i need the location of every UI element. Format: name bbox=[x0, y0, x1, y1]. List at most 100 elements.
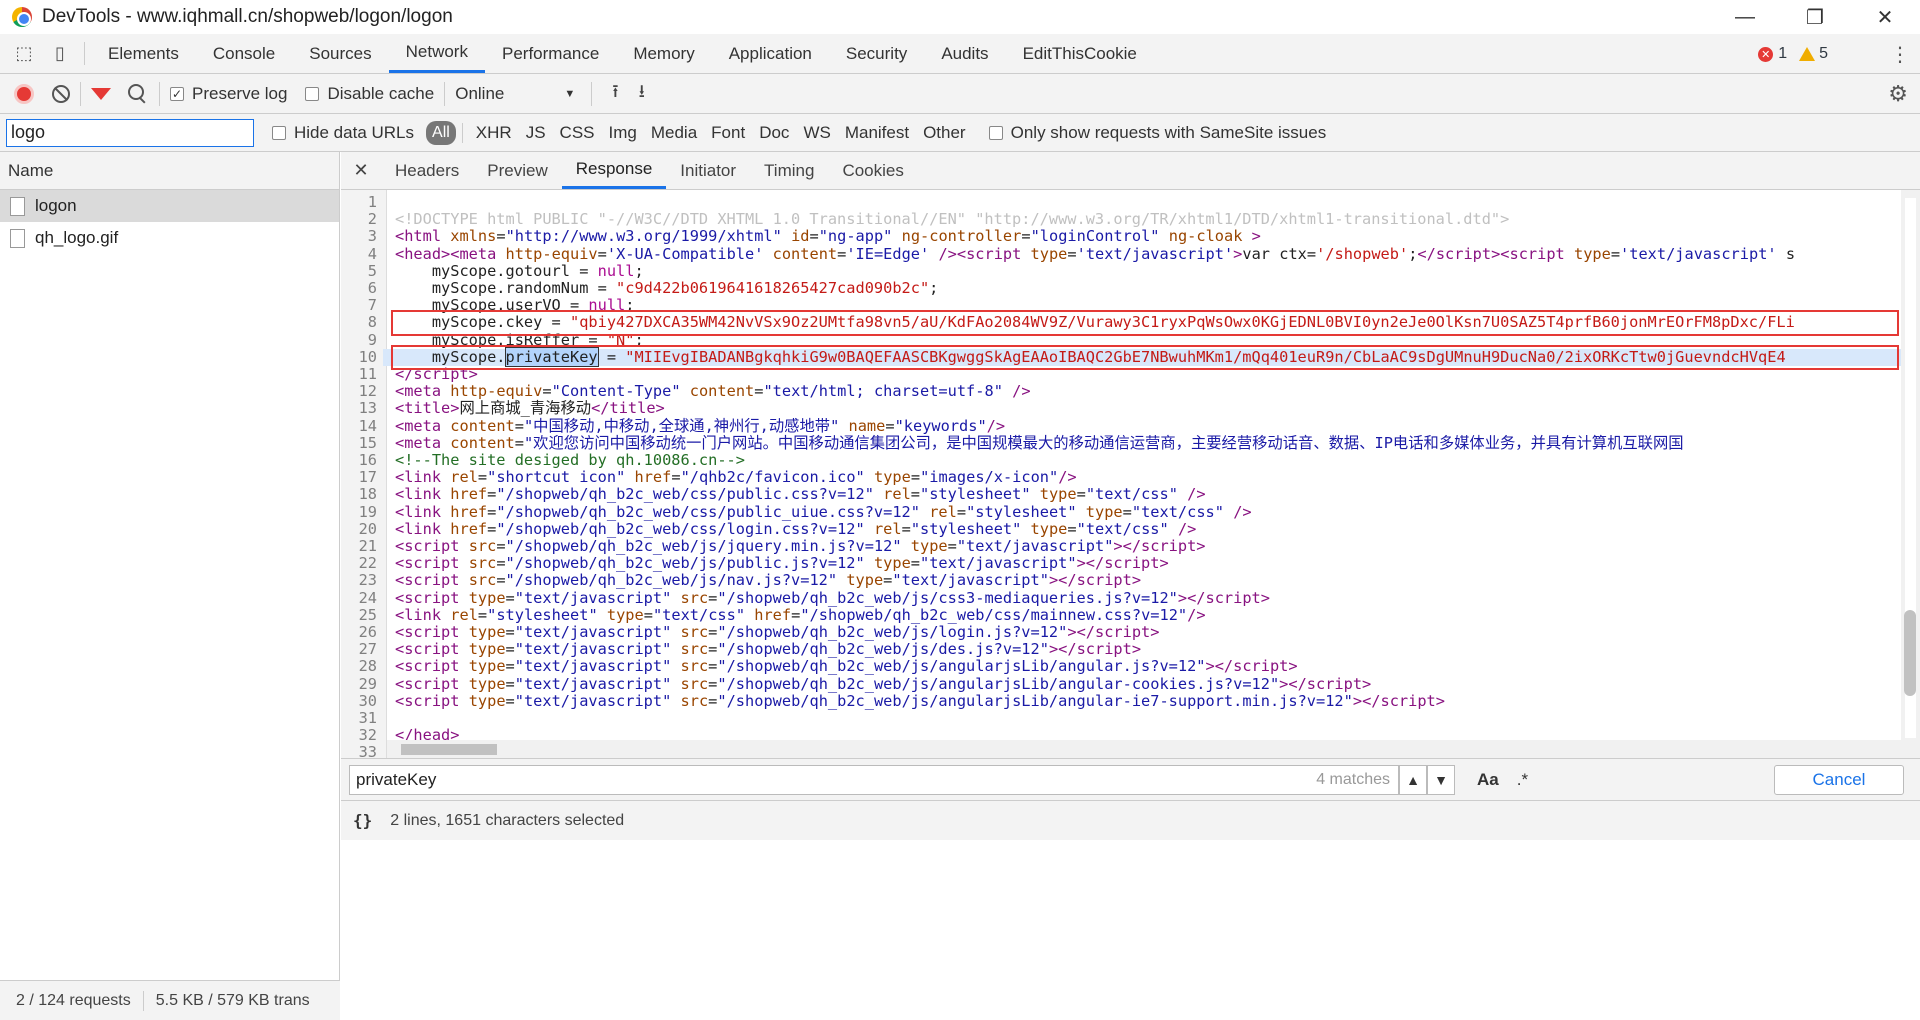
tab-network[interactable]: Network bbox=[388, 34, 485, 73]
line-number: 23 bbox=[358, 571, 377, 590]
code-text: <script type="text/javascript" src="/sho… bbox=[395, 640, 1142, 659]
detail-tab-initiator[interactable]: Initiator bbox=[666, 152, 750, 189]
detail-tab-list: Headers Preview Response Initiator Timing Coo… bbox=[381, 152, 918, 189]
samesite-checkbox[interactable]: Only show requests with SameSite issues bbox=[988, 123, 1326, 143]
name-column-header[interactable]: Name bbox=[0, 152, 339, 190]
code-line: 17 <link rel="shortcut icon" href="/qhb2c… bbox=[341, 468, 1901, 486]
warning-count: 5 bbox=[1819, 45, 1828, 62]
pretty-print-button[interactable]: {} bbox=[353, 811, 372, 830]
close-window-button[interactable]: ✕ bbox=[1850, 0, 1920, 34]
line-number: 5 bbox=[367, 261, 377, 280]
search-query: privateKey bbox=[356, 769, 437, 789]
filter-type-ws[interactable]: WS bbox=[803, 123, 830, 143]
clear-button[interactable] bbox=[52, 84, 70, 103]
code-text: myScope.randomNum = "c9d422b061964161826… bbox=[395, 279, 939, 297]
detail-tab-preview[interactable]: Preview bbox=[473, 152, 561, 189]
checkbox-icon bbox=[272, 125, 286, 140]
hide-data-urls-checkbox[interactable]: Hide data URLs bbox=[272, 123, 414, 143]
more-options-icon[interactable]: ⋮ bbox=[1890, 34, 1910, 74]
request-row[interactable]: qh_logo.gif bbox=[0, 222, 339, 254]
regex-button[interactable]: .* bbox=[1517, 770, 1528, 790]
code-line: 13 <title>网上商城_青海移动</title> bbox=[341, 400, 1901, 417]
match-case-button[interactable]: Aa bbox=[1477, 770, 1499, 790]
issue-counts[interactable]: ✕ 1 5 bbox=[1758, 34, 1828, 74]
code-line: 4 <head><meta http-equiv='X-UA-Compatible… bbox=[341, 245, 1901, 263]
record-button[interactable] bbox=[14, 83, 34, 104]
response-code-view[interactable]: 1 2 <!DOCTYPE html PUBLIC "-//W3C//DTD XHT… bbox=[341, 190, 1901, 758]
filter-type-js[interactable]: JS bbox=[526, 123, 546, 143]
filter-type-manifest[interactable]: Manifest bbox=[845, 123, 909, 143]
filter-type-media[interactable]: Media bbox=[651, 123, 697, 143]
tab-security[interactable]: Security bbox=[829, 34, 924, 73]
throttling-select[interactable]: Online ▼ bbox=[455, 84, 575, 104]
line-number: 10 bbox=[341, 348, 383, 366]
tab-editthiscookie[interactable]: EditThisCookie bbox=[1006, 34, 1154, 73]
next-match-button[interactable]: ▼ bbox=[1427, 764, 1455, 795]
horizontal-scrollbar[interactable] bbox=[387, 740, 1901, 758]
line-number: 26 bbox=[358, 623, 377, 641]
line-number: 20 bbox=[358, 519, 377, 538]
cancel-search-button[interactable]: Cancel bbox=[1774, 764, 1904, 795]
code-text: <link rel="stylesheet" type="text/css" h… bbox=[395, 605, 1206, 624]
close-detail-icon[interactable]: ✕ bbox=[341, 152, 381, 189]
code-text: <script type="text/javascript" src="/sho… bbox=[395, 674, 1372, 693]
line-number: 27 bbox=[358, 640, 377, 659]
search-icon[interactable] bbox=[127, 83, 149, 105]
filter-bar: Hide data URLs All XHR JS CSS Img Media Font D… bbox=[0, 114, 1920, 152]
export-har-icon[interactable]: ⭳ bbox=[639, 79, 645, 109]
code-line: 21 <script src="/shopweb/qh_b2c_web/js/jq… bbox=[341, 537, 1901, 555]
settings-gear-icon[interactable]: ⚙ bbox=[1888, 74, 1908, 114]
import-har-icon[interactable]: ⭱ bbox=[612, 79, 618, 109]
hide-data-urls-label: Hide data URLs bbox=[294, 122, 415, 142]
line-number: 2 bbox=[367, 210, 377, 229]
disable-cache-checkbox[interactable]: Disable cache bbox=[305, 84, 434, 104]
code-line: 20 <link href="/shopweb/qh_b2c_web/css/lo… bbox=[341, 519, 1901, 538]
scroll-thumb[interactable] bbox=[1904, 610, 1916, 696]
request-row[interactable]: logon bbox=[0, 190, 339, 222]
tab-audits[interactable]: Audits bbox=[924, 34, 1005, 73]
document-icon bbox=[10, 228, 25, 248]
filter-type-css[interactable]: CSS bbox=[560, 123, 595, 143]
code-line: 22 <script src="/shopweb/qh_b2c_web/js/pu… bbox=[341, 554, 1901, 572]
line-number: 12 bbox=[358, 382, 377, 401]
maximize-button[interactable]: ❐ bbox=[1780, 0, 1850, 34]
code-text: <title>网上商城_青海移动</title> bbox=[395, 399, 665, 418]
detail-tab-headers[interactable]: Headers bbox=[381, 152, 473, 189]
window-titlebar: DevTools - www.iqhmall.cn/shopweb/logon/… bbox=[0, 0, 1920, 34]
tab-elements[interactable]: Elements bbox=[91, 34, 196, 73]
detail-tab-cookies[interactable]: Cookies bbox=[828, 152, 917, 189]
previous-match-button[interactable]: ▲ bbox=[1399, 764, 1427, 795]
filter-type-xhr[interactable]: XHR bbox=[476, 123, 512, 143]
detail-tab-response[interactable]: Response bbox=[561, 152, 667, 189]
line-number: 21 bbox=[358, 537, 377, 555]
filter-type-font[interactable]: Font bbox=[711, 123, 745, 143]
tab-sources[interactable]: Sources bbox=[292, 34, 388, 73]
search-input[interactable]: privateKey 4 matches bbox=[349, 764, 1399, 795]
requests-pane: Name logon qh_logo.gif 2 / 124 requests … bbox=[0, 152, 340, 1020]
devtools-tabbar: ⬚ ▯ Elements Console Sources Network Perform… bbox=[0, 34, 1920, 74]
filter-type-other[interactable]: Other bbox=[923, 123, 966, 143]
code-line: 12 <meta http-equiv="Content-Type" conten… bbox=[341, 382, 1901, 401]
checkbox-icon bbox=[305, 86, 320, 101]
device-toolbar-icon[interactable]: ▯ bbox=[42, 34, 78, 73]
code-line: 23 <script src="/shopweb/qh_b2c_web/js/na… bbox=[341, 572, 1901, 589]
filter-all-button[interactable]: All bbox=[426, 120, 456, 145]
tab-application[interactable]: Application bbox=[712, 34, 829, 73]
tab-console[interactable]: Console bbox=[196, 34, 292, 73]
preserve-log-checkbox[interactable]: ✓ Preserve log bbox=[170, 84, 287, 104]
detail-tab-timing[interactable]: Timing bbox=[750, 152, 828, 189]
filter-input[interactable] bbox=[6, 118, 254, 147]
code-text: <html xmlns="http://www.w3.org/1999/xhtm… bbox=[395, 227, 1261, 246]
inspect-element-icon[interactable]: ⬚ bbox=[6, 34, 42, 73]
line-number: 6 bbox=[367, 279, 377, 297]
line-number: 14 bbox=[358, 416, 377, 435]
filter-type-img[interactable]: Img bbox=[609, 123, 637, 143]
vertical-scrollbar[interactable] bbox=[1901, 190, 1920, 758]
tab-performance[interactable]: Performance bbox=[485, 34, 616, 73]
tab-memory[interactable]: Memory bbox=[616, 34, 711, 73]
filter-icon[interactable] bbox=[91, 87, 111, 100]
filter-type-doc[interactable]: Doc bbox=[759, 123, 789, 143]
code-line: 24 <script type="text/javascript" src="/s… bbox=[341, 589, 1901, 607]
scroll-thumb[interactable] bbox=[401, 744, 497, 755]
minimize-button[interactable]: — bbox=[1710, 0, 1780, 34]
